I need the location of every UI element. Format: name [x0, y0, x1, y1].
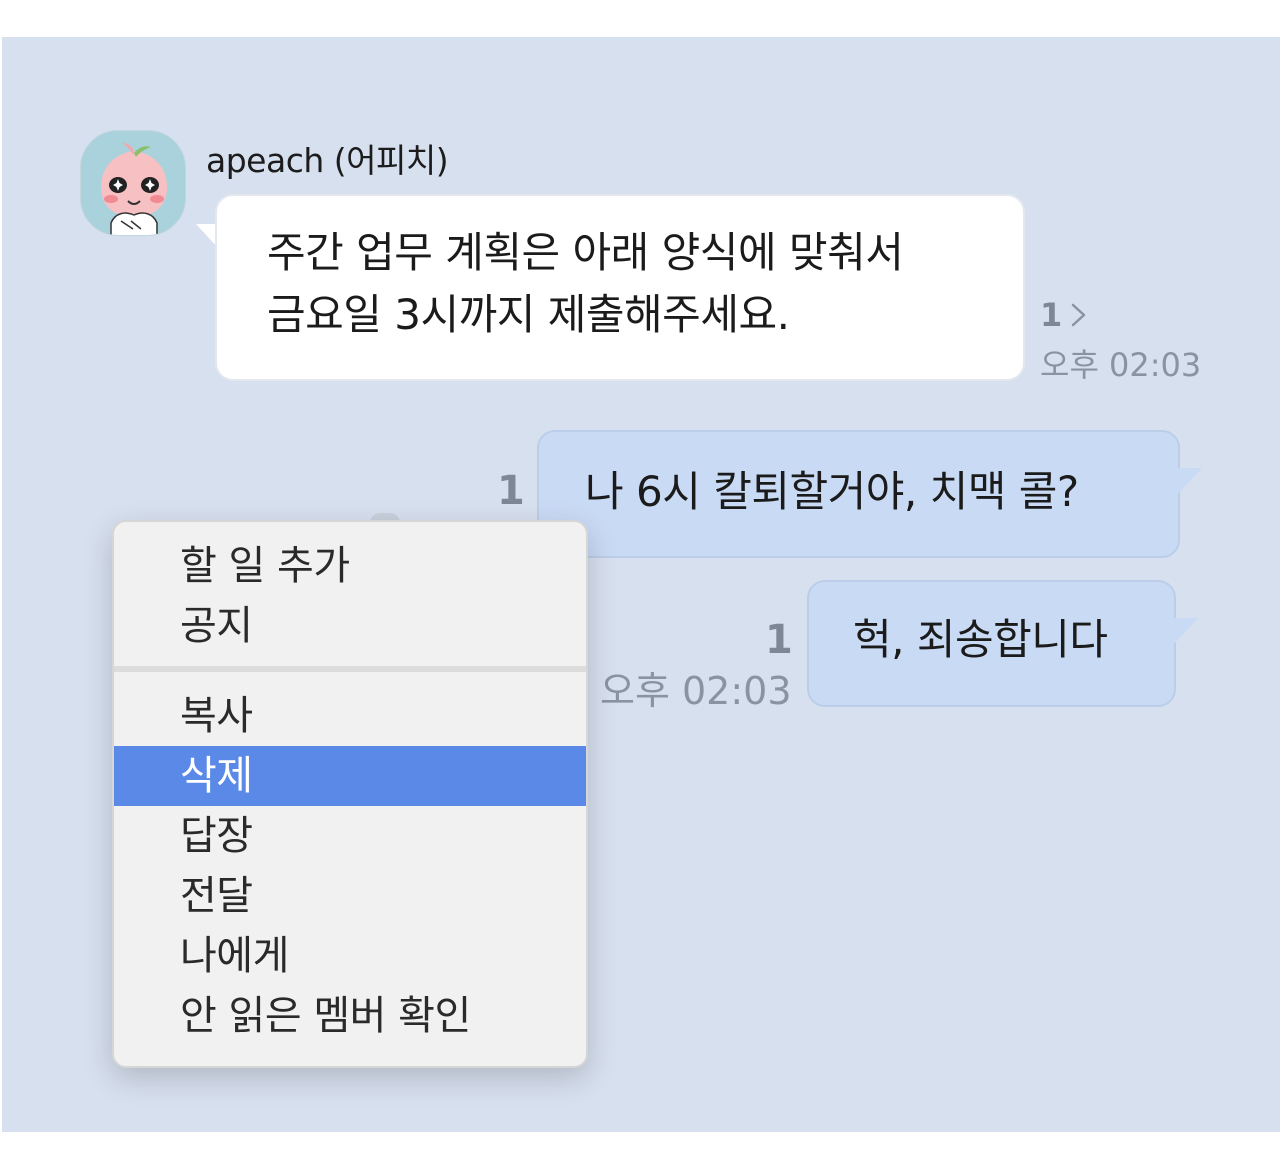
menu-item-to-me[interactable]: 나에게	[114, 926, 586, 986]
chevron-right-icon[interactable]	[1070, 302, 1088, 328]
message-timestamp: 오후 02:03	[1040, 346, 1202, 384]
outgoing-bubble-tail	[1174, 618, 1198, 644]
unread-count: 1	[765, 617, 793, 663]
outgoing-message-text: 헉, 죄송합니다	[853, 615, 1108, 664]
apeach-avatar-icon	[81, 131, 185, 235]
menu-item-unread-members[interactable]: 안 읽은 멤버 확인	[114, 986, 586, 1046]
menu-separator	[114, 666, 586, 672]
sender-name: apeach (어피치)	[206, 141, 449, 180]
avatar[interactable]	[80, 130, 186, 236]
outgoing-message-text: 나 6시 칼퇴할거야, 치맥 콜?	[585, 467, 1079, 516]
outgoing-message-bubble[interactable]: 헉, 죄송합니다	[807, 580, 1176, 707]
outgoing-bubble-tail	[1178, 468, 1202, 494]
menu-item-reply[interactable]: 답장	[114, 806, 586, 866]
menu-item-copy[interactable]: 복사	[114, 686, 586, 746]
menu-item-delete[interactable]: 삭제	[114, 746, 586, 806]
context-menu: 할 일 추가 공지 복사 삭제 답장 전달 나에게 안 읽은 멤버 확인	[112, 520, 588, 1068]
outgoing-message-bubble[interactable]: 나 6시 칼퇴할거야, 치맥 콜?	[537, 430, 1180, 558]
unread-count: 1	[497, 468, 525, 514]
menu-item-add-todo[interactable]: 할 일 추가	[114, 536, 586, 596]
incoming-message-bubble[interactable]: 주간 업무 계획은 아래 양식에 맞춰서 금요일 3시까지 제출해주세요.	[215, 194, 1025, 381]
message-timestamp: 오후 02:03	[600, 669, 792, 713]
menu-item-forward[interactable]: 전달	[114, 866, 586, 926]
unread-count: 1	[1040, 296, 1063, 334]
menu-item-notice[interactable]: 공지	[114, 596, 586, 656]
incoming-message-line: 주간 업무 계획은 아래 양식에 맞춰서	[267, 228, 904, 277]
incoming-message-line: 금요일 3시까지 제출해주세요.	[267, 290, 790, 339]
